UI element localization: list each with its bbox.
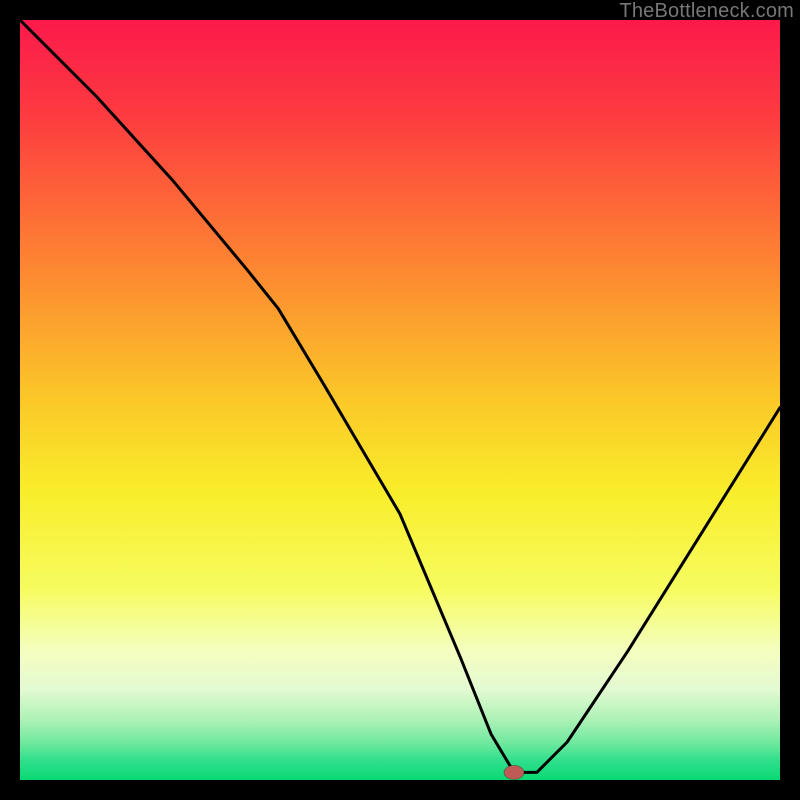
bottleneck-chart (20, 20, 780, 780)
watermark: TheBottleneck.com (619, 0, 794, 23)
chart-background (20, 20, 780, 780)
chart-frame: TheBottleneck.com (0, 0, 800, 800)
optimal-marker (504, 765, 524, 779)
